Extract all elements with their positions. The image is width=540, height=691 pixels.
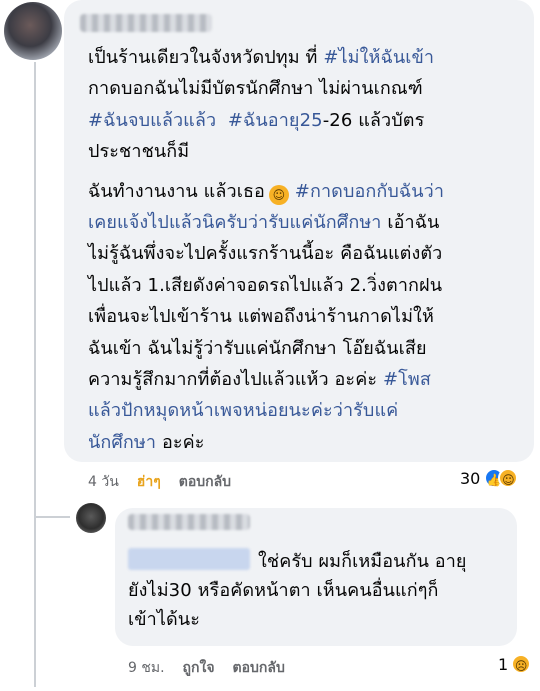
hashtag-link[interactable]: #กาดบอกกับฉันว่า [295, 181, 444, 202]
timestamp[interactable]: 4 วัน [88, 471, 119, 493]
comment-line: กาดบอกฉันไม่มีบัตรนักศึกษา ไม่ผ่านเกณฑ์ [88, 73, 444, 104]
laughing-emoji-icon: ☺ [268, 184, 289, 205]
hashtag-link[interactable]: #ไม่ให้ฉันเข้า [323, 47, 434, 68]
hashtag-link[interactable]: นักศึกษา [88, 432, 156, 453]
reply-text: ใช่ครับ ผมก็เหมือนกัน อายุ ยังไม่30 หรือ… [128, 547, 467, 634]
hashtag-link[interactable]: #ฉันจบแล้วแล้ว [88, 110, 216, 131]
like-button[interactable]: ถูกใจ [183, 657, 215, 679]
comment-actions: 4 วัน ฮ่าๆ ตอบกลับ [88, 471, 249, 493]
reply-actions: 9 ชม. ถูกใจ ตอบกลับ [128, 657, 303, 679]
text-segment: ไม่รู้ฉันพึ่งจะไปครั้งแรกร้านนี้อะ คือฉั… [88, 243, 443, 265]
reply-line: ใช่ครับ ผมก็เหมือนกัน อายุ [128, 547, 467, 576]
reaction-count: 30 [460, 468, 481, 488]
text-segment: เอ้าฉัน [387, 212, 440, 234]
avatar[interactable] [4, 2, 62, 60]
reply-line: เข้าได้นะ [128, 605, 467, 634]
reaction-count: 1 [498, 654, 509, 674]
text-segment: เข้าได้นะ [128, 609, 200, 630]
hashtag-link[interactable]: #ฉันอายุ25 [228, 110, 323, 131]
reply-line: ยังไม่30 หรือคัดหน้าตา เห็นคนอื่นแก่ๆก็ [128, 576, 467, 605]
timestamp[interactable]: 9 ชม. [128, 657, 165, 679]
thread-line-vertical [34, 62, 36, 687]
reply-button[interactable]: ตอบกลับ [179, 471, 231, 493]
reply-button[interactable]: ตอบกลับ [233, 657, 285, 679]
comment-line: เพื่อนจะไปเข้าร้าน แต่พอถึงน่าร้านกาดไม่… [88, 301, 444, 332]
text-segment: ประชาชนก็มี [88, 141, 190, 163]
comment-line: ประชาชนก็มี [88, 136, 444, 167]
sad-icon: ☹ [511, 654, 532, 674]
comment-line: #ฉันจบแล้วแล้ว #ฉันอายุ25-26 แล้วบัตร [88, 105, 444, 136]
comment-line: นักศึกษา อะค่ะ [88, 427, 444, 458]
text-segment: ใช่ครับ ผมก็เหมือนกัน อายุ [258, 551, 467, 572]
reply-avatar[interactable] [76, 503, 106, 533]
text-segment: ฉันทำงานงาน แล้วเธอ [88, 180, 265, 202]
hashtag-link[interactable]: เคยแจ้งไปแล้วนิครับว่ารับแค่นักศึกษา [88, 212, 382, 233]
comment-line: ความรู้สึกมากที่ต้องไปแล้วแห้ว อะค่ะ #โพ… [88, 364, 444, 395]
text-segment: เป็นร้านเดียวในจังหวัดปทุม ที่ [88, 47, 318, 68]
reaction-summary[interactable]: 1 ☹ [498, 654, 532, 674]
thread-line-branch [34, 516, 70, 518]
hashtag-link[interactable]: #โพส [383, 369, 431, 390]
text-segment: -26 แล้วบัตร [322, 109, 425, 131]
hashtag-link[interactable]: แล้วปักหมุดหน้าเพจหน่อยนะค่ะว่ารับแค่ [88, 400, 398, 421]
comment-line: เป็นร้านเดียวในจังหวัดปทุม ที่ #ไม่ให้ฉั… [88, 42, 444, 73]
comment-line: เคยแจ้งไปแล้วนิครับว่ารับแค่นักศึกษา เอ้… [88, 207, 444, 238]
text-segment: ยังไม่30 หรือคัดหน้าตา เห็นคนอื่นแก่ๆก็ [128, 580, 439, 601]
comment-line: ไปแล้ว 1.เสียดังค่าจอดรถไปแล้ว 2.วิ่งตาก… [88, 270, 444, 301]
comment-line: ฉันเข้า ฉันไม่รู้ว่ารับแค่นักศึกษา โอ๊ยฉ… [88, 333, 444, 364]
reaction-summary[interactable]: 30 👍 ☺ [460, 468, 519, 488]
text-segment: ฉันเข้า ฉันไม่รู้ว่ารับแค่นักศึกษา โอ๊ยฉ… [88, 337, 427, 359]
text-segment: เพื่อนจะไปเข้าร้าน แต่พอถึงน่าร้านกาดไม่… [88, 306, 434, 328]
text-segment: ความรู้สึกมากที่ต้องไปแล้วแห้ว อะค่ะ [88, 369, 378, 391]
text-segment: ไปแล้ว 1.เสียดังค่าจอดรถไปแล้ว 2.วิ่งตาก… [88, 274, 443, 296]
replier-name-blurred[interactable] [128, 514, 250, 530]
haha-icon: ☺ [498, 468, 519, 488]
commenter-name-blurred[interactable] [80, 14, 212, 32]
comment-line: ฉันทำงานงาน แล้วเธอ ☺ #กาดบอกกับฉันว่า [88, 176, 444, 207]
text-segment: กาดบอกฉันไม่มีบัตรนักศึกษา ไม่ผ่านเกณฑ์ [88, 78, 423, 100]
text-segment: อะค่ะ [161, 431, 205, 453]
comment-line: แล้วปักหมุดหน้าเพจหน่อยนะค่ะว่ารับแค่ [88, 395, 444, 426]
haha-reaction-button[interactable]: ฮ่าๆ [137, 471, 161, 493]
comment-line: ไม่รู้ฉันพึ่งจะไปครั้งแรกร้านนี้อะ คือฉั… [88, 238, 444, 269]
comment-text: เป็นร้านเดียวในจังหวัดปทุม ที่ #ไม่ให้ฉั… [88, 42, 444, 458]
